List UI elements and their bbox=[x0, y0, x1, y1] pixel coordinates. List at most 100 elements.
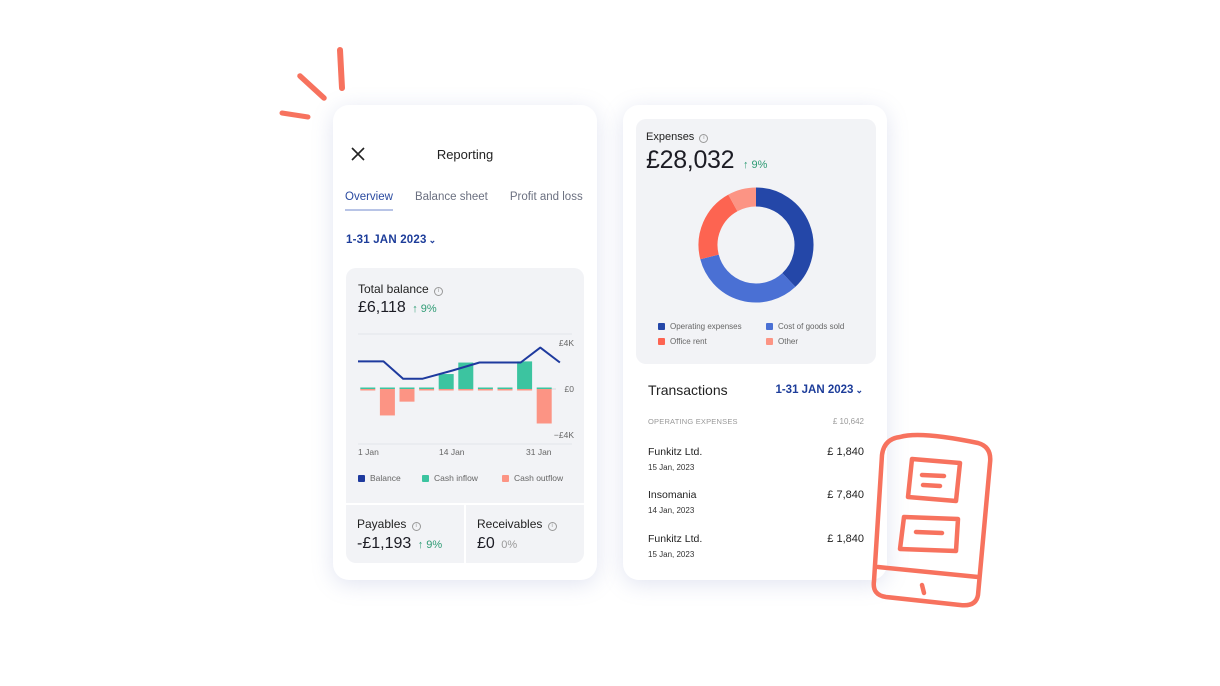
legend-swatch bbox=[422, 474, 429, 482]
legend-swatch bbox=[658, 323, 665, 330]
info-icon[interactable]: i bbox=[547, 522, 557, 531]
payables-value-row: -£1,193 ↑ 9% bbox=[357, 535, 442, 553]
transaction-amount: £ 1,840 bbox=[827, 446, 864, 458]
payables-label: Payables i bbox=[357, 517, 421, 531]
legend-swatch bbox=[766, 338, 773, 345]
expenses-card: Expenses i £28,032 ↑ 9% Operating expens… bbox=[623, 105, 887, 580]
outflow-bar bbox=[497, 389, 513, 391]
legend-label: Cost of goods sold bbox=[778, 322, 845, 331]
transactions-date-label: 1-31 JAN 2023 bbox=[775, 384, 854, 396]
inflow-bar bbox=[360, 387, 376, 389]
receivables-cell[interactable]: Receivables i £0 0% bbox=[464, 503, 584, 563]
transaction-row[interactable]: Funkitz Ltd. 15 Jan, 2023 £ 1,840 bbox=[648, 446, 864, 482]
payables-cell[interactable]: Payables i -£1,193 ↑ 9% bbox=[346, 503, 464, 563]
donut-slice bbox=[700, 254, 796, 303]
date-range-selector[interactable]: 1-31 JAN 2023 ⌄ bbox=[346, 234, 436, 246]
transaction-name: Funkitz Ltd. bbox=[648, 533, 703, 545]
reporting-card: Reporting Overview Balance sheet Profit … bbox=[333, 105, 597, 580]
outflow-bar bbox=[438, 389, 454, 391]
legend-operating-expenses: Operating expenses bbox=[658, 322, 742, 331]
legend-other: Other bbox=[766, 337, 798, 346]
legend-swatch bbox=[658, 338, 665, 345]
payables-change: ↑ 9% bbox=[417, 539, 443, 551]
legend-swatch bbox=[358, 474, 365, 482]
tab-profit-and-loss[interactable]: Profit and loss bbox=[510, 191, 583, 211]
expenses-value-row: £28,032 ↑ 9% bbox=[646, 146, 767, 175]
inflow-bar bbox=[419, 387, 435, 389]
tab-bar: Overview Balance sheet Profit and loss bbox=[345, 191, 583, 211]
outflow-bar bbox=[477, 389, 493, 391]
inflow-bar bbox=[536, 387, 552, 389]
payables-title: Payables bbox=[357, 517, 407, 531]
transaction-row[interactable]: Insomania 14 Jan, 2023 £ 7,840 bbox=[648, 489, 864, 525]
legend-label: Cash inflow bbox=[434, 473, 478, 483]
inflow-bar bbox=[497, 387, 513, 389]
receivables-value-row: £0 0% bbox=[477, 535, 517, 553]
y-tick-label: £4K bbox=[559, 338, 574, 348]
transaction-date: 15 Jan, 2023 bbox=[648, 550, 695, 559]
receivables-label: Receivables i bbox=[477, 517, 557, 531]
date-range-label: 1-31 JAN 2023 bbox=[346, 234, 427, 246]
x-tick-label: 14 Jan bbox=[439, 447, 465, 457]
outflow-bar bbox=[360, 389, 376, 391]
transaction-amount: £ 1,840 bbox=[827, 533, 864, 545]
transaction-row[interactable]: Funkitz Ltd. 15 Jan, 2023 £ 1,840 bbox=[648, 533, 864, 569]
info-icon[interactable]: i bbox=[699, 134, 709, 143]
x-tick-label: 1 Jan bbox=[358, 447, 379, 457]
total-balance-panel: Total balance i £6,118 ↑ 9% £4K £0 −£4K 1 … bbox=[346, 268, 584, 563]
transaction-name: Funkitz Ltd. bbox=[648, 446, 703, 458]
transaction-date: 14 Jan, 2023 bbox=[648, 506, 695, 515]
inflow-bar bbox=[477, 387, 493, 389]
legend-label: Cash outflow bbox=[514, 473, 564, 483]
chevron-down-icon: ⌄ bbox=[428, 235, 437, 245]
inflow-bar bbox=[517, 361, 533, 389]
tab-balance-sheet[interactable]: Balance sheet bbox=[415, 191, 488, 211]
balance-chart: £4K £0 −£4K bbox=[358, 333, 575, 445]
expenses-donut-chart bbox=[698, 187, 814, 303]
receivables-change: 0% bbox=[501, 539, 518, 551]
legend-cash-outflow: Cash outflow bbox=[502, 473, 563, 483]
donut-slice bbox=[698, 194, 738, 260]
y-tick-label: −£4K bbox=[554, 430, 574, 440]
info-icon[interactable]: i bbox=[411, 522, 421, 531]
payables-value: -£1,193 bbox=[357, 535, 412, 552]
chevron-down-icon: ⌄ bbox=[855, 385, 863, 395]
legend-office-rent: Office rent bbox=[658, 337, 707, 346]
legend-cost-of-goods-sold: Cost of goods sold bbox=[766, 322, 844, 331]
expenses-change: ↑ 9% bbox=[742, 159, 768, 171]
receivables-title: Receivables bbox=[477, 517, 543, 531]
inflow-bar bbox=[379, 387, 395, 389]
receivables-value: £0 bbox=[477, 535, 495, 552]
donut-slice bbox=[755, 187, 814, 287]
transactions-date-selector[interactable]: 1-31 JAN 2023 ⌄ bbox=[775, 384, 863, 396]
outflow-bar bbox=[399, 389, 415, 402]
legend-label: Balance bbox=[370, 473, 401, 483]
transaction-category: OPERATING EXPENSES bbox=[648, 417, 738, 426]
outflow-bar bbox=[458, 389, 474, 391]
page-title: Reporting bbox=[436, 147, 494, 162]
expenses-label: Expenses i bbox=[646, 131, 709, 143]
y-tick-label: £0 bbox=[565, 384, 575, 394]
legend-cash-inflow: Cash inflow bbox=[422, 473, 478, 483]
legend-label: Operating expenses bbox=[670, 322, 742, 331]
phone-doodle bbox=[871, 432, 993, 608]
tab-overview[interactable]: Overview bbox=[345, 191, 393, 211]
legend-balance: Balance bbox=[358, 473, 401, 483]
expenses-panel: Expenses i £28,032 ↑ 9% Operating expens… bbox=[636, 119, 876, 364]
transaction-name: Insomania bbox=[648, 489, 697, 501]
expenses-value: £28,032 bbox=[646, 146, 735, 174]
outflow-bar bbox=[419, 389, 435, 391]
transaction-amount: £ 7,840 bbox=[827, 489, 864, 501]
transaction-date: 15 Jan, 2023 bbox=[648, 463, 695, 472]
outflow-bar bbox=[536, 389, 552, 424]
payables-receivables: Payables i -£1,193 ↑ 9% Receivables i £0… bbox=[346, 503, 584, 563]
outflow-bar bbox=[517, 389, 533, 391]
x-tick-label: 31 Jan bbox=[526, 447, 552, 457]
legend-label: Other bbox=[778, 337, 799, 346]
legend-swatch bbox=[766, 323, 773, 330]
transactions-title: Transactions bbox=[648, 382, 728, 398]
inflow-bar bbox=[399, 387, 415, 389]
expenses-title: Expenses bbox=[646, 131, 695, 143]
legend-swatch bbox=[502, 474, 509, 482]
donut-slice bbox=[728, 187, 757, 212]
